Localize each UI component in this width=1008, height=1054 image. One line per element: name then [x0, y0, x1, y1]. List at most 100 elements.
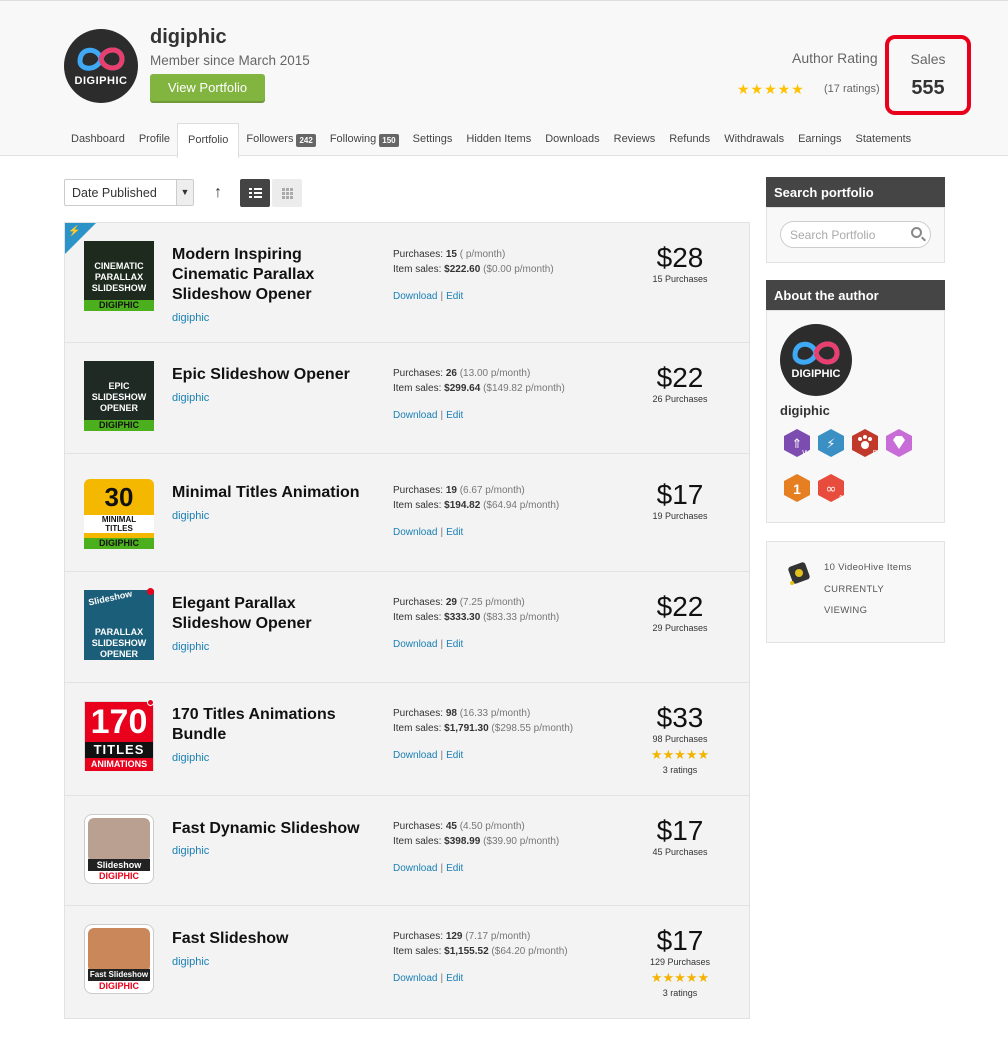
- download-link[interactable]: Download: [393, 750, 437, 761]
- item-title[interactable]: Minimal Titles Animation: [172, 483, 372, 503]
- stat-value: $299.64: [444, 383, 481, 394]
- tab-label: Earnings: [798, 133, 842, 145]
- stat-rate: (13.00 p/month): [459, 368, 531, 379]
- edit-link[interactable]: Edit: [446, 410, 463, 421]
- tab-dashboard[interactable]: Dashboard: [64, 123, 132, 157]
- tab-portfolio[interactable]: Portfolio: [177, 123, 240, 158]
- about-author-name[interactable]: digiphic: [780, 403, 830, 418]
- item-author-link[interactable]: digiphic: [172, 641, 209, 653]
- item-stats: Purchases: 26 (13.00 p/month) Item sales…: [393, 366, 565, 396]
- arrow-up-icon[interactable]: ↑: [208, 180, 228, 206]
- author-avatar-small[interactable]: DIGIPHIC: [780, 324, 852, 396]
- thumb-footer: DIGIPHIC: [98, 871, 139, 881]
- tab-following[interactable]: Following 150: [323, 123, 406, 157]
- grid-view-icon[interactable]: [272, 179, 302, 207]
- tab-refunds[interactable]: Refunds: [662, 123, 717, 157]
- bolt-badge-icon[interactable]: ⚡: [816, 428, 846, 458]
- edit-link[interactable]: Edit: [446, 639, 463, 650]
- edit-link[interactable]: Edit: [446, 863, 463, 874]
- svg-text:∞: ∞: [826, 482, 837, 497]
- stat-value: $398.99: [444, 836, 481, 847]
- gem-badge-icon[interactable]: [884, 428, 914, 458]
- thumb-text: SLIDESHOW: [91, 638, 147, 648]
- thumb-footer: DIGIPHIC: [84, 300, 154, 311]
- badge-sub: W: [802, 449, 810, 458]
- item-thumbnail[interactable]: CINEMATIC PARALLAX SLIDESHOW DIGIPHIC: [84, 241, 154, 311]
- item-author-link[interactable]: digiphic: [172, 752, 209, 764]
- item-author-link[interactable]: digiphic: [172, 845, 209, 857]
- item-stats: Purchases: 19 (6.67 p/month) Item sales:…: [393, 483, 559, 513]
- item-title[interactable]: Epic Slideshow Opener: [172, 365, 372, 385]
- item-thumbnail[interactable]: 170 TITLES ANIMATIONS: [84, 699, 154, 771]
- sales-highlight: Sales 555: [885, 35, 971, 115]
- edit-link[interactable]: Edit: [446, 973, 463, 984]
- item-actions: Download | Edit: [393, 863, 464, 874]
- link-badge-icon[interactable]: ∞1: [816, 473, 846, 503]
- tab-label: Followers: [246, 133, 294, 145]
- edit-link[interactable]: Edit: [446, 291, 463, 302]
- item-title[interactable]: Elegant Parallax Slideshow Opener: [172, 594, 372, 634]
- download-link[interactable]: Download: [393, 527, 437, 538]
- paw-badge-icon[interactable]: 5: [850, 428, 880, 458]
- svg-text:1: 1: [793, 481, 801, 497]
- tab-earnings[interactable]: Earnings: [791, 123, 848, 157]
- item-title[interactable]: Modern Inspiring Cinematic Parallax Slid…: [172, 245, 372, 305]
- item-stats: Purchases: 45 (4.50 p/month) Item sales:…: [393, 819, 559, 849]
- viewing-count: 10 VideoHive Items: [824, 562, 912, 573]
- tab-followers[interactable]: Followers 242: [239, 123, 322, 157]
- stat-rate: ( p/month): [459, 249, 506, 260]
- thumb-text: 30: [104, 482, 134, 512]
- stat-label: Purchases:: [393, 249, 444, 260]
- one-badge-icon[interactable]: 1: [782, 473, 812, 503]
- portfolio-item: ⚡ CINEMATIC PARALLAX SLIDESHOW DIGIPHIC …: [65, 223, 749, 343]
- edit-link[interactable]: Edit: [446, 750, 463, 761]
- item-author-link[interactable]: digiphic: [172, 510, 209, 522]
- list-view-icon[interactable]: [240, 179, 270, 207]
- item-thumbnail[interactable]: Slideshow PARALLAX SLIDESHOW OPENER: [84, 588, 154, 660]
- sort-select[interactable]: Date Published ▼: [64, 179, 194, 206]
- item-price: $28: [656, 242, 704, 273]
- search-portfolio-input[interactable]: Search Portfolio: [780, 221, 931, 248]
- sales-label: Sales: [910, 51, 946, 67]
- rocket-badge-icon[interactable]: ⇑W: [782, 428, 812, 458]
- view-portfolio-button[interactable]: View Portfolio: [150, 74, 265, 101]
- item-thumbnail[interactable]: Slideshow DIGIPHIC: [84, 814, 154, 884]
- tab-withdrawals[interactable]: Withdrawals: [717, 123, 791, 157]
- edit-link[interactable]: Edit: [446, 527, 463, 538]
- tab-profile[interactable]: Profile: [132, 123, 177, 157]
- item-author-link[interactable]: digiphic: [172, 392, 209, 404]
- item-author-link[interactable]: digiphic: [172, 956, 209, 968]
- tab-settings[interactable]: Settings: [406, 123, 460, 157]
- tab-downloads[interactable]: Downloads: [538, 123, 606, 157]
- item-actions: Download | Edit: [393, 291, 464, 302]
- item-title[interactable]: Fast Slideshow: [172, 929, 372, 949]
- search-icon[interactable]: [911, 227, 922, 238]
- download-link[interactable]: Download: [393, 863, 437, 874]
- item-title[interactable]: Fast Dynamic Slideshow: [172, 819, 372, 839]
- portfolio-item: Fast Slideshow DIGIPHIC Fast Slideshow d…: [65, 906, 749, 1018]
- viewing-label: VIEWING: [824, 605, 868, 616]
- download-link[interactable]: Download: [393, 973, 437, 984]
- download-link[interactable]: Download: [393, 410, 437, 421]
- thumb-footer: DIGIPHIC: [84, 420, 154, 431]
- tab-reviews[interactable]: Reviews: [607, 123, 663, 157]
- item-author-link[interactable]: digiphic: [172, 312, 209, 324]
- item-thumbnail[interactable]: Fast Slideshow DIGIPHIC: [84, 924, 154, 994]
- tab-hidden-items[interactable]: Hidden Items: [459, 123, 538, 157]
- item-thumbnail[interactable]: EPIC SLIDESHOW OPENER DIGIPHIC: [84, 361, 154, 431]
- author-rating-stars: ★★★★★: [737, 81, 805, 97]
- tab-statements[interactable]: Statements: [849, 123, 919, 157]
- download-link[interactable]: Download: [393, 639, 437, 650]
- stat-label: Item sales:: [393, 723, 442, 734]
- item-ratings-count[interactable]: 3 ratings: [625, 765, 735, 775]
- portfolio-list: ⚡ CINEMATIC PARALLAX SLIDESHOW DIGIPHIC …: [64, 222, 750, 1019]
- item-purchases-count: 26 Purchases: [652, 394, 708, 404]
- thumb-text: PARALLAX: [94, 627, 144, 637]
- author-avatar[interactable]: DIGIPHIC: [64, 29, 138, 103]
- item-title[interactable]: 170 Titles Animations Bundle: [172, 705, 372, 745]
- stat-label: Item sales:: [393, 946, 442, 957]
- item-thumbnail[interactable]: 30 MINIMAL TITLES DIGIPHIC: [84, 479, 154, 549]
- author-rating-count[interactable]: (17 ratings): [824, 83, 880, 95]
- item-ratings-count[interactable]: 3 ratings: [625, 988, 735, 998]
- download-link[interactable]: Download: [393, 291, 437, 302]
